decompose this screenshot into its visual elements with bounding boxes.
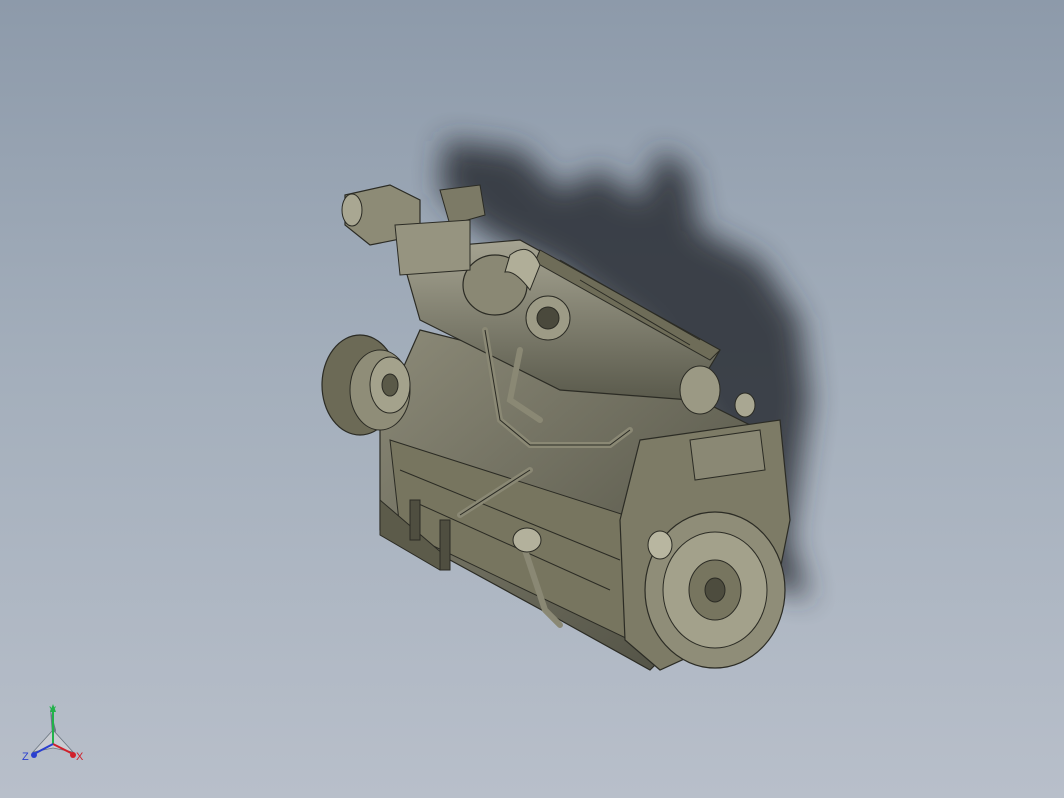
triad-z-label: Z (22, 751, 29, 763)
triad-x-label: X (76, 751, 84, 763)
front-pulley[interactable] (321, 334, 411, 436)
oil-filler-cap[interactable] (512, 527, 542, 553)
z-arrow-icon (31, 752, 37, 758)
graphics-viewport[interactable]: Y X Z (0, 0, 1064, 798)
view-orientation-triad[interactable]: Y X Z (18, 700, 88, 772)
intake-pipe[interactable] (341, 184, 486, 276)
triad-y-label: Y (49, 705, 57, 717)
engine-model[interactable] (0, 0, 1064, 798)
